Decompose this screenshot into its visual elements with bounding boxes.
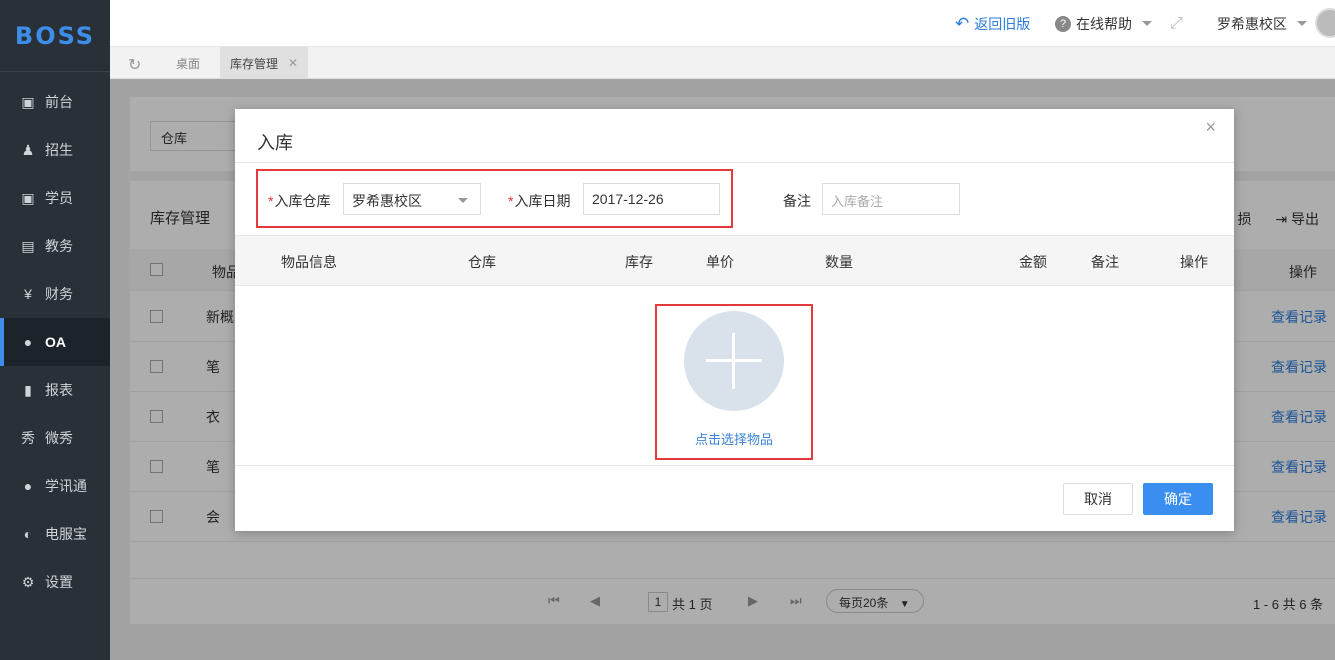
sidebar-item-10[interactable]: ⚙ 设置	[0, 558, 110, 606]
confirm-button[interactable]: 确定	[1143, 483, 1213, 515]
date-input[interactable]: 2017-12-26	[583, 183, 720, 215]
sidebar-item-1[interactable]: ♟ 招生	[0, 126, 110, 174]
cancel-button[interactable]: 取消	[1063, 483, 1133, 515]
stock-in-modal: 入库 × *入库仓库 罗希惠校区 *入库日期 2017-12-26 备注 入库备…	[235, 109, 1234, 531]
close-icon[interactable]: ×	[1205, 117, 1216, 138]
sidebar-item-label: OA	[45, 334, 66, 350]
chevron-down-icon	[1297, 21, 1307, 26]
tab-desktop[interactable]: 桌面	[166, 47, 210, 79]
column-header: 单价	[706, 254, 734, 270]
online-help-label: 在线帮助	[1076, 15, 1132, 32]
back-old-version-link[interactable]: ↶ 返回旧版	[955, 0, 1030, 47]
refresh-icon[interactable]: ↻	[128, 55, 146, 74]
xiu-icon: 秀	[21, 430, 35, 446]
remark-input[interactable]: 入库备注	[822, 183, 960, 215]
bar-chart-icon: ▮	[24, 381, 32, 398]
back-old-version-label: 返回旧版	[974, 15, 1031, 32]
plus-icon-stroke	[732, 333, 735, 389]
sidebar-item-label: 教务	[45, 238, 73, 254]
date-label: *入库日期	[508, 193, 571, 209]
top-header: ↶ 返回旧版 ? 在线帮助 ⤢ 罗希惠校区	[110, 0, 1335, 47]
sidebar-item-9[interactable]: ◐ 电服宝	[0, 510, 110, 558]
add-item-button[interactable]	[684, 311, 784, 411]
app-logo[interactable]: BOSS	[0, 0, 110, 72]
column-header: 物品信息	[281, 254, 337, 270]
tab-inventory[interactable]: 库存管理 ✕	[220, 47, 309, 79]
modal-title: 入库	[257, 133, 293, 153]
sidebar-item-8[interactable]: ● 学讯通	[0, 462, 110, 510]
column-header: 操作	[1180, 254, 1208, 270]
sidebar-item-label: 学讯通	[45, 478, 87, 494]
chat-icon: ●	[23, 334, 33, 350]
column-header: 数量	[825, 254, 853, 270]
warehouse-label: *入库仓库	[268, 193, 331, 209]
sidebar-item-label: 学员	[45, 190, 73, 206]
sidebar-item-3[interactable]: ▤ 教务	[0, 222, 110, 270]
sidebar-item-label: 电服宝	[45, 526, 87, 542]
sidebar-item-label: 前台	[45, 94, 73, 110]
warehouse-select[interactable]: 罗希惠校区	[343, 183, 481, 215]
sidebar-item-label: 招生	[45, 142, 73, 158]
online-help-menu[interactable]: ? 在线帮助	[1055, 0, 1152, 47]
help-icon: ?	[1055, 15, 1071, 32]
student-icon: ▣	[21, 189, 35, 206]
divider	[235, 465, 1234, 466]
tab-label: 库存管理	[230, 56, 279, 71]
tab-bar: ↻ 桌面 库存管理 ✕	[110, 47, 1335, 79]
sidebar-item-4[interactable]: ¥ 财务	[0, 270, 110, 318]
column-header: 金额	[1019, 254, 1047, 270]
sidebar-item-2[interactable]: ▣ 学员	[0, 174, 110, 222]
sidebar-item-label: 设置	[45, 574, 73, 590]
fullscreen-icon[interactable]: ⤢	[1170, 0, 1183, 47]
close-icon[interactable]: ✕	[288, 56, 298, 70]
sidebar-item-6[interactable]: ▮ 报表	[0, 366, 110, 414]
sidebar: BOSS ▣ 前台 ♟ 招生 ▣ 学员 ▤ 教务 ¥ 财务 ● OA ▮ 报表秀微秀 ● 学讯通 ◐ 电服宝 ⚙ 设置	[0, 0, 110, 660]
column-header: 备注	[1091, 254, 1119, 270]
location-icon: ●	[23, 478, 33, 494]
sidebar-item-7[interactable]: 秀微秀	[0, 414, 110, 462]
calendar-icon: ▣	[21, 93, 35, 110]
book-icon: ▤	[21, 237, 35, 254]
column-header: 仓库	[468, 254, 496, 270]
add-item-link[interactable]: 点击选择物品	[675, 429, 793, 448]
campus-menu[interactable]: 罗希惠校区	[1217, 0, 1307, 47]
gear-icon: ⚙	[21, 573, 35, 590]
column-header: 库存	[625, 254, 653, 270]
sidebar-item-label: 财务	[45, 286, 73, 302]
remark-label: 备注	[783, 193, 811, 209]
yen-icon: ¥	[24, 286, 32, 302]
undo-icon: ↶	[955, 13, 970, 33]
sidebar-item-label: 微秀	[45, 430, 73, 446]
divider	[235, 162, 1234, 163]
campus-label: 罗希惠校区	[1217, 15, 1287, 32]
avatar[interactable]	[1315, 8, 1335, 38]
user-add-icon: ♟	[21, 141, 35, 158]
sidebar-item-5[interactable]: ● OA	[0, 318, 110, 366]
items-table-header: 物品信息 仓库 库存 单价 数量 金额 备注 操作	[235, 235, 1234, 286]
chevron-down-icon	[1142, 21, 1152, 26]
sidebar-item-0[interactable]: ▣ 前台	[0, 78, 110, 126]
tab-label: 桌面	[176, 56, 201, 71]
sidebar-nav: ▣ 前台 ♟ 招生 ▣ 学员 ▤ 教务 ¥ 财务 ● OA ▮ 报表秀微秀 ● 学讯通 ◐ 电服宝 ⚙ 设置	[0, 78, 110, 606]
sidebar-item-label: 报表	[45, 382, 73, 398]
chevron-down-icon	[458, 198, 468, 203]
phone-icon: ◐	[23, 526, 33, 542]
